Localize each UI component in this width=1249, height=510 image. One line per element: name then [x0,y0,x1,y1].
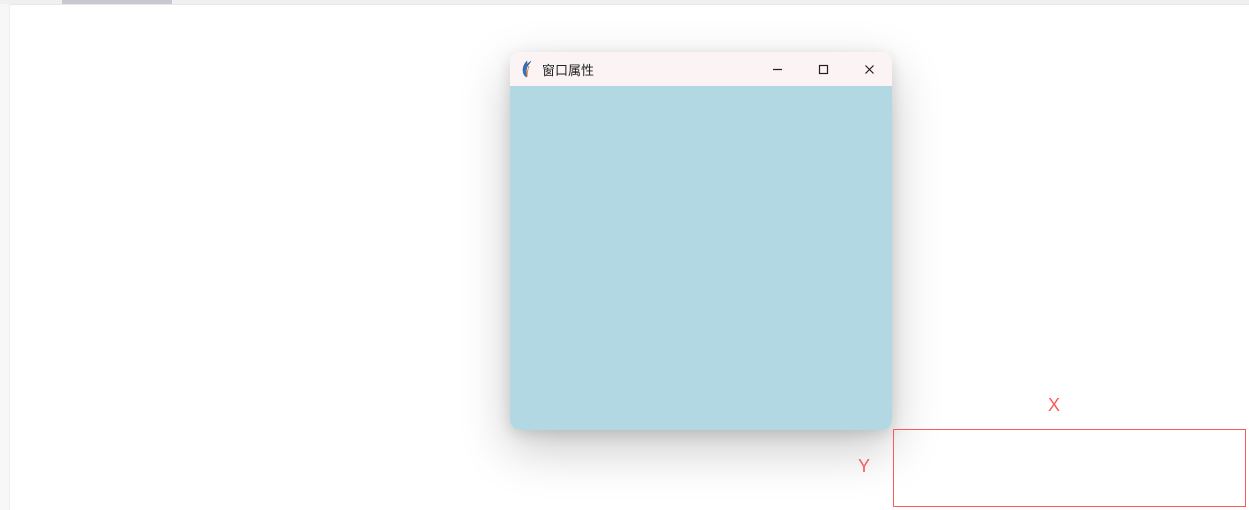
left-margin [0,4,10,510]
diagram-y-label: Y [858,456,870,477]
close-button[interactable] [846,52,892,86]
minimize-button[interactable] [754,52,800,86]
maximize-button[interactable] [800,52,846,86]
window-titlebar[interactable]: 窗口属性 [510,52,892,86]
close-icon [864,64,875,75]
diagram-x-label: X [1048,395,1060,416]
window-client-area [510,86,892,430]
window-controls [754,52,892,86]
maximize-icon [818,64,829,75]
minimize-icon [772,64,783,75]
tkinter-window: 窗口属性 [510,52,892,430]
tk-feather-icon [520,60,534,78]
window-title: 窗口属性 [542,60,754,79]
diagram-rectangle [893,429,1246,507]
